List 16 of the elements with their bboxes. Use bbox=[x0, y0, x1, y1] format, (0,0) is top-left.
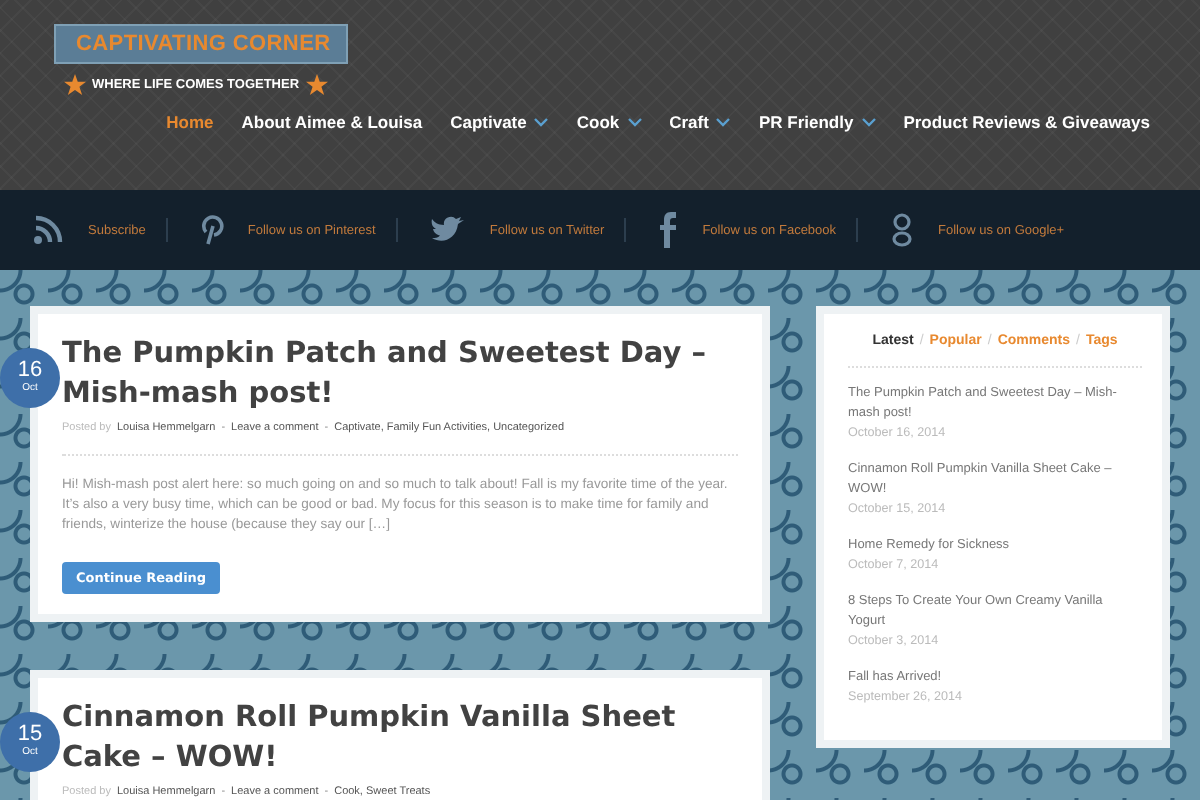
g-logo-icon[interactable] bbox=[890, 212, 915, 248]
nav-link[interactable]: PR Friendly bbox=[744, 112, 890, 132]
nav-link[interactable]: About Aimee & Louisa bbox=[227, 112, 437, 132]
nav-link[interactable]: Product Reviews & Giveaways bbox=[889, 112, 1164, 132]
nav-link[interactable]: Home bbox=[152, 112, 228, 132]
star-icon bbox=[305, 74, 328, 96]
p-logo-icon[interactable] bbox=[199, 214, 224, 246]
nav-link[interactable]: Craft bbox=[655, 112, 745, 132]
nav-link[interactable]: Cook bbox=[562, 112, 656, 132]
nav-link[interactable]: Captivate bbox=[436, 112, 563, 132]
post-title[interactable]: Cinnamon Roll Pumpkin Vanilla Sheet Cake – WOW! bbox=[62, 698, 738, 778]
f-logo-icon[interactable] bbox=[658, 212, 679, 248]
post-title[interactable]: The Pumpkin Patch and Sweetest Day – Mish-mash post! bbox=[62, 334, 738, 414]
bird-icon[interactable] bbox=[429, 216, 466, 244]
star-icon bbox=[64, 74, 86, 96]
rss-icon[interactable] bbox=[32, 214, 64, 246]
